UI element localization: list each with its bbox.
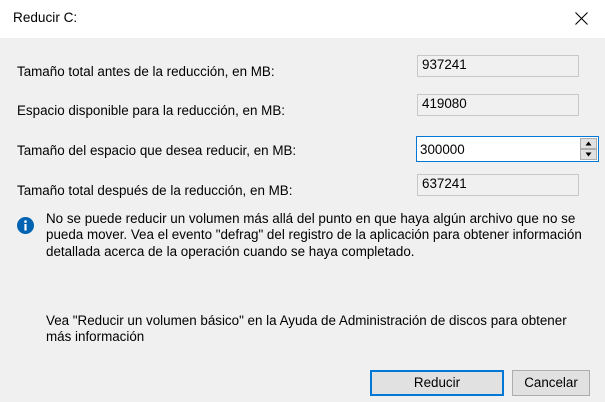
available-space-value: 419080 [417,94,579,116]
total-size-after-label: Tamaño total después de la reducción, en… [17,183,293,198]
stepper-down-button[interactable] [580,149,597,160]
help-message: Vea "Reducir un volumen básico" en la Ay… [46,313,567,345]
shrink-amount-label: Tamaño del espacio que desea reducir, en… [17,143,297,158]
total-size-after-value: 637241 [417,174,579,196]
dialog-title: Reducir C: [13,10,78,25]
close-button[interactable] [559,0,605,38]
total-size-before-value: 937241 [417,55,579,77]
stepper-up-button[interactable] [580,138,597,149]
close-icon [575,12,588,25]
shrink-amount-input[interactable] [417,137,577,161]
shrink-volume-dialog: Reducir C: Tamaño total antes de la redu… [0,0,605,402]
info-icon [17,217,34,234]
stepper-buttons [580,138,597,160]
title-bar: Reducir C: [0,0,605,38]
total-size-before-label: Tamaño total antes de la reducción, en M… [17,64,275,79]
available-space-label: Espacio disponible para la reducción, en… [17,103,285,118]
cancel-button[interactable]: Cancelar [512,370,590,396]
info-message: No se puede reducir un volumen más allá … [46,211,582,259]
shrink-amount-stepper [416,136,599,162]
arrow-up-icon [585,141,592,146]
arrow-down-icon [585,152,592,157]
shrink-button[interactable]: Reducir [370,370,504,396]
